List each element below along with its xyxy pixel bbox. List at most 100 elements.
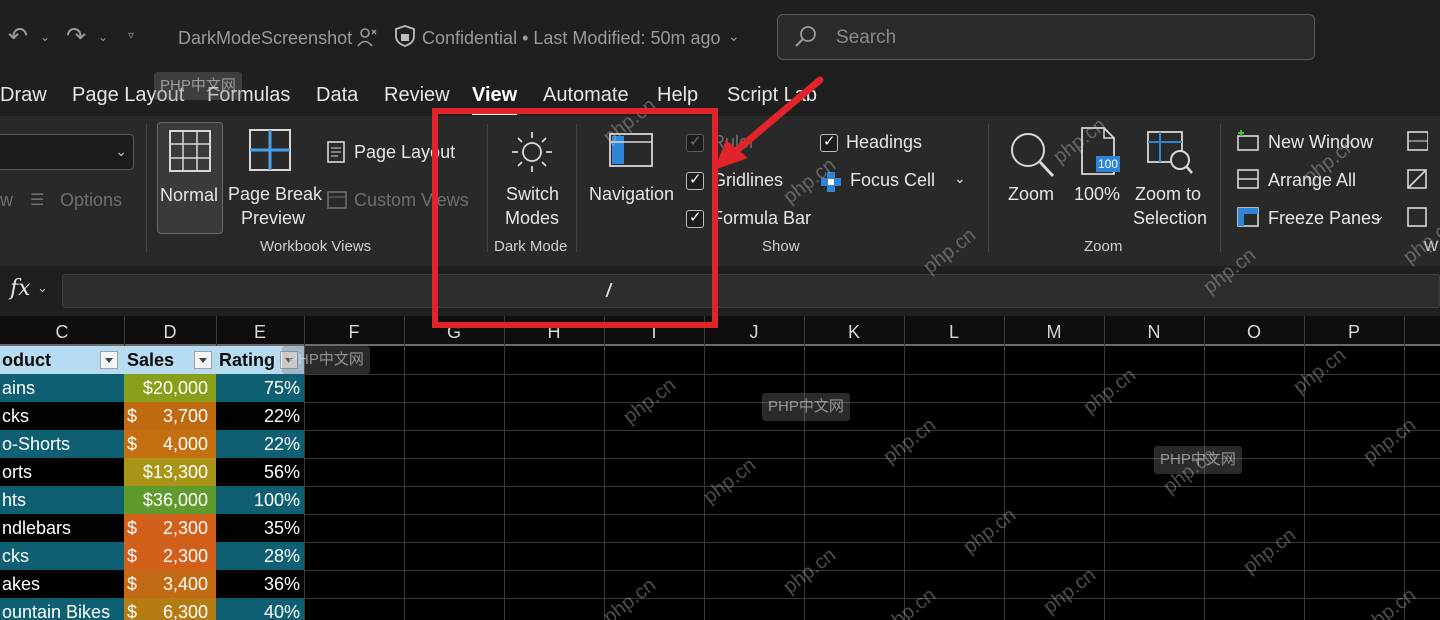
sales-cell[interactable]: $3,400 (124, 570, 216, 598)
search-input[interactable] (836, 25, 1276, 51)
annotation-highlight-box (432, 108, 718, 328)
grid-line (1004, 316, 1005, 620)
header-product-label: oduct (2, 350, 51, 370)
sales-cell[interactable]: $20,000 (124, 374, 216, 402)
page-break-label-2: Preview (241, 208, 306, 228)
rating-cell[interactable]: 35% (216, 514, 304, 542)
tab-draw[interactable]: Draw (0, 84, 47, 107)
rating-cell[interactable]: 56% (216, 458, 304, 486)
filter-dropdown-icon[interactable] (100, 351, 118, 369)
tab-automate[interactable]: Automate (543, 84, 629, 107)
column-header-m[interactable]: M (1004, 322, 1104, 343)
search-box[interactable] (777, 14, 1315, 60)
product-cell[interactable]: ountain Bikes (0, 598, 124, 620)
new-window-icon (1237, 130, 1259, 151)
tab-review[interactable]: Review (384, 84, 450, 107)
zoom-100-label: 100% (1074, 184, 1121, 204)
title-separator: • (522, 28, 529, 48)
tab-help[interactable]: Help (657, 84, 698, 107)
page-break-preview-button[interactable]: Page Break Preview (228, 122, 322, 234)
column-header-f[interactable]: F (304, 322, 404, 343)
chevron-down-icon[interactable]: ⌄ (37, 280, 48, 296)
tab-view[interactable]: View (472, 84, 518, 115)
chevron-down-icon[interactable]: ⌄ (728, 28, 740, 45)
rating-cell[interactable]: 40% (216, 598, 304, 620)
product-cell[interactable]: ains (0, 374, 124, 402)
zoom-button[interactable]: Zoom (1004, 122, 1062, 234)
search-icon (795, 26, 816, 47)
grid-line (904, 316, 905, 620)
rating-cell[interactable]: 36% (216, 570, 304, 598)
sales-amount: 2,300 (162, 518, 208, 538)
show-group-label: Show (762, 238, 800, 255)
product-cell[interactable]: ndlebars (0, 514, 124, 542)
column-header-c[interactable]: C (0, 322, 124, 343)
sales-cell[interactable]: $4,000 (124, 430, 216, 458)
undo-dropdown-icon[interactable]: ⌄ (40, 30, 50, 44)
sheet-view-dropdown[interactable]: ⌄ (0, 134, 134, 170)
column-header-e[interactable]: E (216, 322, 304, 343)
page-break-icon (249, 129, 291, 171)
sales-cell[interactable]: $6,300 (124, 598, 216, 620)
column-header-j[interactable]: J (704, 322, 804, 343)
normal-view-button[interactable]: Normal (157, 122, 223, 234)
sales-cell[interactable]: $3,700 (124, 402, 216, 430)
sheet-view-options-button[interactable]: Options (60, 190, 122, 211)
zoom-selection-icon (1147, 131, 1193, 174)
column-header-n[interactable]: N (1104, 322, 1204, 343)
rating-cell[interactable]: 100% (216, 486, 304, 514)
sensitivity-label[interactable]: Confidential • Last Modified: 50m ago (422, 28, 721, 49)
product-cell[interactable]: hts (0, 486, 124, 514)
hide-window-icon (1407, 169, 1427, 189)
redo-dropdown-icon[interactable]: ⌄ (98, 30, 108, 44)
filter-dropdown-icon[interactable] (194, 351, 212, 369)
new-window-button[interactable]: New Window (1236, 128, 1386, 156)
header-cell-product[interactable]: oduct (0, 346, 124, 374)
split-icon (1407, 131, 1429, 151)
product-cell[interactable]: o-Shorts (0, 430, 124, 458)
formula-bar-label: Formula Bar (712, 208, 812, 228)
product-cell[interactable]: cks (0, 402, 124, 430)
column-header-p[interactable]: P (1304, 322, 1404, 343)
rating-cell[interactable]: 22% (216, 402, 304, 430)
chevron-down-icon: ⌄ (115, 143, 127, 159)
custom-views-icon (327, 191, 347, 209)
focus-cell-button[interactable]: Focus Cell ⌄ (820, 170, 970, 196)
header-cell-sales[interactable]: Sales (124, 346, 216, 374)
currency-symbol: $ (127, 574, 138, 594)
rating-cell[interactable]: 28% (216, 542, 304, 570)
rating-cell[interactable]: 75% (216, 374, 304, 402)
undo-icon[interactable]: ↶ (8, 22, 28, 51)
customize-quick-access-icon[interactable]: ▿ (128, 28, 134, 42)
grid-line (1304, 316, 1305, 620)
grid-line (1404, 316, 1405, 620)
column-header-k[interactable]: K (804, 322, 904, 343)
sales-cell[interactable]: $36,000 (124, 486, 216, 514)
redo-icon[interactable]: ↷ (66, 22, 86, 51)
sales-amount: 2,300 (162, 546, 208, 566)
share-person-icon[interactable] (356, 26, 378, 48)
sales-cell[interactable]: $2,300 (124, 542, 216, 570)
header-sales-label: Sales (127, 350, 175, 370)
sensitivity-shield-icon (395, 25, 415, 47)
hide-window-button[interactable] (1406, 168, 1440, 194)
split-button[interactable] (1406, 130, 1440, 156)
sales-cell[interactable]: $2,300 (124, 514, 216, 542)
column-header-o[interactable]: O (1204, 322, 1304, 343)
sales-cell[interactable]: $13,300 (124, 458, 216, 486)
zoom-to-selection-button[interactable]: Zoom to Selection (1132, 122, 1210, 234)
insert-function-icon[interactable]: fx (10, 276, 31, 301)
document-name[interactable]: DarkModeScreenshot (178, 28, 352, 49)
product-cell[interactable]: akes (0, 570, 124, 598)
sales-amount: 6,300 (162, 602, 208, 620)
currency-symbol: $ (127, 546, 138, 566)
column-header-l[interactable]: L (904, 322, 1004, 343)
last-modified: Last Modified: 50m ago (533, 28, 721, 48)
rating-cell[interactable]: 22% (216, 430, 304, 458)
column-header-d[interactable]: D (124, 322, 216, 343)
product-cell[interactable]: cks (0, 542, 124, 570)
product-cell[interactable]: orts (0, 458, 124, 486)
sales-amount: 3,400 (162, 574, 208, 594)
tab-data[interactable]: Data (316, 84, 358, 107)
freeze-panes-button[interactable]: Freeze Panes ⌄ (1236, 204, 1386, 232)
